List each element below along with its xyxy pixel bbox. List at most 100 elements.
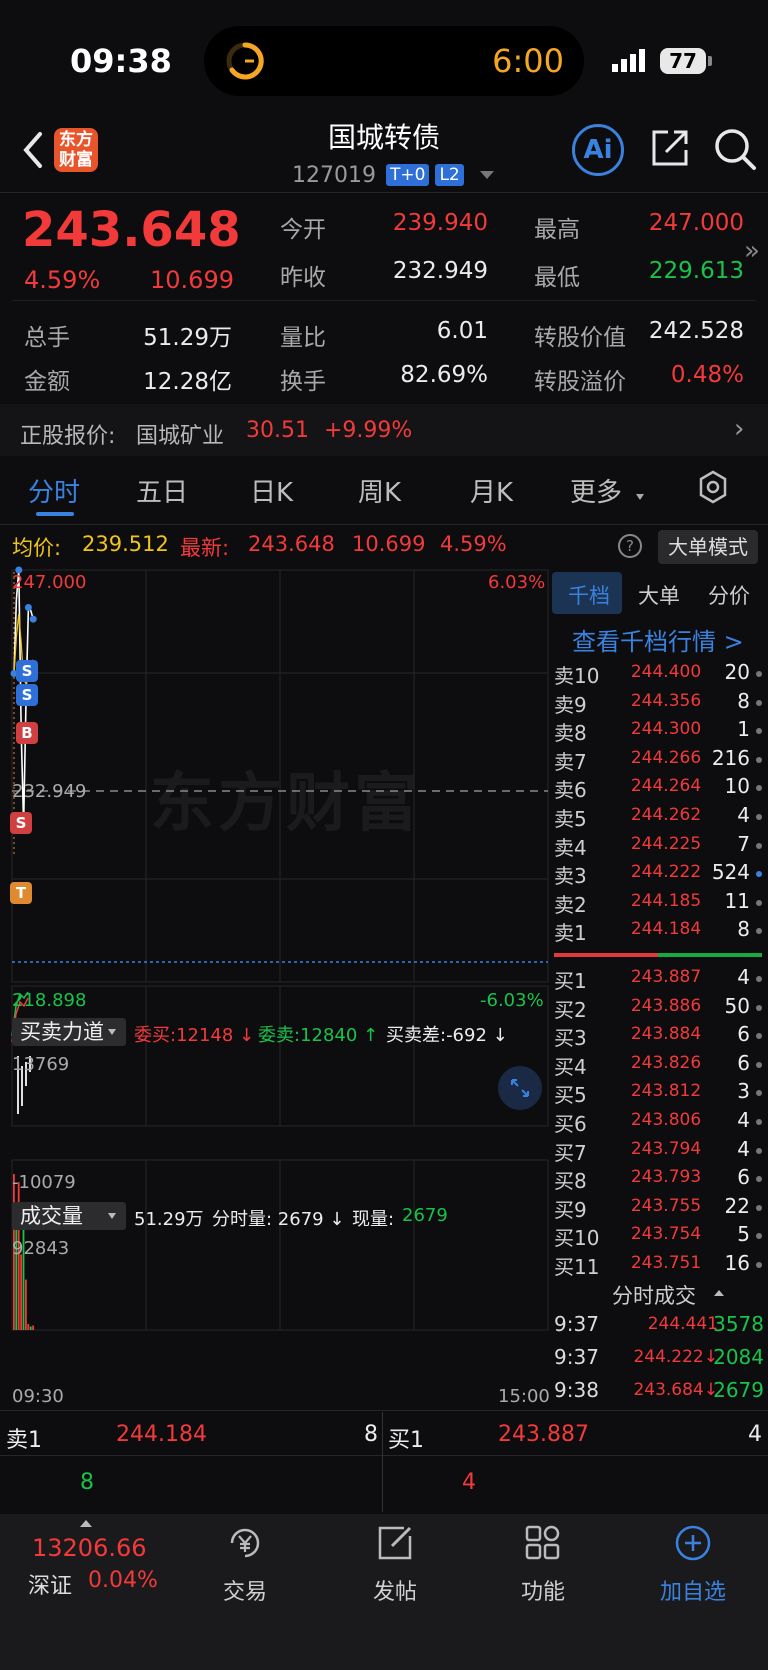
level-price: 243.754: [630, 1224, 702, 1245]
intraday-chart[interactable]: [0, 566, 552, 1396]
ask-level[interactable]: 卖2 244.185 11: [552, 889, 768, 917]
bid-level[interactable]: 买5 243.812 3: [552, 1079, 768, 1107]
level-label: 卖3: [554, 864, 587, 889]
underlying-stock-row[interactable]: 正股报价: 国城矿业 30.51 +9.99% ›: [0, 404, 768, 456]
security-code-row[interactable]: 127019 T+0 L2: [292, 160, 494, 190]
buy-marker[interactable]: B: [16, 722, 38, 744]
force-top-label: 13769: [12, 1054, 70, 1075]
ask-level[interactable]: 卖3 244.222 524: [552, 860, 768, 888]
divider: [0, 524, 768, 525]
nav-add-watchlist[interactable]: 加自选: [638, 1522, 748, 1606]
tick-qty: 2084: [713, 1345, 764, 1369]
level-qty: 8: [737, 917, 750, 942]
tab-monthly-k[interactable]: 月K: [470, 472, 513, 509]
ask-level[interactable]: 卖9 244.356 8: [552, 689, 768, 717]
level-price: 243.812: [630, 1081, 702, 1102]
expand-button[interactable]: [498, 1066, 542, 1110]
index-value[interactable]: 13206.66: [32, 1534, 147, 1562]
strip-bid-count: 4: [462, 1470, 476, 1495]
level-price: 244.266: [630, 747, 702, 768]
top-price-label: 247.000: [12, 572, 87, 593]
dynamic-island[interactable]: 6:00: [204, 26, 584, 96]
nav-functions[interactable]: 功能: [488, 1522, 598, 1606]
level-label: 买4: [554, 1054, 587, 1079]
level-qty: 11: [724, 888, 750, 913]
ask-level[interactable]: 卖1 244.184 8: [552, 917, 768, 945]
level-price: 243.884: [630, 1024, 702, 1045]
tab-intraday[interactable]: 分时: [28, 472, 80, 509]
help-icon[interactable]: ?: [618, 534, 642, 558]
level-label: 买1: [554, 969, 587, 993]
ask-level[interactable]: 卖10 244.400 20: [552, 660, 768, 688]
bid-level[interactable]: 买10 243.754 5: [552, 1222, 768, 1250]
expand-icon: [511, 1079, 529, 1097]
bottom-price-label: 218.898: [12, 990, 87, 1011]
underlying-price: 30.51: [246, 418, 309, 443]
ask-level[interactable]: 卖5 244.262 4: [552, 803, 768, 831]
level-label: 卖8: [554, 721, 587, 746]
security-code: 127019: [292, 162, 376, 188]
level-label: 买7: [554, 1140, 587, 1165]
high-value: 247.000: [648, 210, 744, 236]
conv-value-label: 转股价值: [534, 325, 626, 351]
volume-total: 51.29万: [134, 1209, 204, 1230]
view-levels-link[interactable]: 查看千档行情 >: [572, 622, 744, 657]
force-indicator-dropdown[interactable]: 买卖力道: [12, 1018, 126, 1046]
clock: 09:38: [70, 42, 172, 80]
sell-marker[interactable]: S: [16, 660, 38, 682]
sell-marker[interactable]: S: [16, 684, 38, 706]
tab-daily-k[interactable]: 日K: [250, 472, 293, 509]
bid-level[interactable]: 买3 243.884 6: [552, 1022, 768, 1050]
bid-level[interactable]: 买2 243.886 50: [552, 994, 768, 1022]
bid-level[interactable]: 买11 243.751 16: [552, 1251, 768, 1279]
big-order-mode-button[interactable]: 大单模式: [658, 530, 758, 564]
nav-post[interactable]: 发帖: [340, 1522, 450, 1606]
ask-level[interactable]: 卖7 244.266 216: [552, 746, 768, 774]
level-qty: 4: [737, 1136, 750, 1161]
index-pct[interactable]: 0.04%: [88, 1568, 158, 1593]
ai-button[interactable]: Ai: [572, 124, 624, 176]
level-dot: [756, 1262, 762, 1268]
nav-trade[interactable]: 交易: [190, 1522, 300, 1606]
force-bottom-label: -10079: [12, 1172, 76, 1193]
ask-level[interactable]: 卖8 244.300 1: [552, 717, 768, 745]
ask-level[interactable]: 卖6 244.264 10: [552, 774, 768, 802]
underlying-label: 正股报价:: [20, 424, 116, 449]
t-marker[interactable]: T: [10, 882, 32, 904]
tick-time: 9:37: [554, 1312, 599, 1336]
bid-level[interactable]: 买7 243.794 4: [552, 1137, 768, 1165]
ask-level[interactable]: 卖4 244.225 7: [552, 832, 768, 860]
tab-price-dist[interactable]: 分价: [708, 580, 750, 610]
level-label: 卖2: [554, 892, 587, 917]
sell-marker-red[interactable]: S: [10, 812, 32, 834]
volume-bar: [29, 1326, 32, 1330]
bid-level[interactable]: 买9 243.755 22: [552, 1194, 768, 1222]
tab-big-orders[interactable]: 大单: [638, 580, 680, 610]
level-label: 卖10: [554, 664, 600, 688]
trade-point: [24, 604, 32, 612]
bid-level[interactable]: 买6 243.806 4: [552, 1108, 768, 1136]
bid-level[interactable]: 买4 243.826 6: [552, 1051, 768, 1079]
tab-thousand-levels[interactable]: 千档: [568, 580, 610, 610]
ticks-title[interactable]: 分时成交: [612, 1280, 696, 1310]
level-dot: [756, 785, 762, 792]
bid-level[interactable]: 买8 243.793 6: [552, 1165, 768, 1193]
expand-quote-icon[interactable]: »: [744, 236, 760, 266]
index-name[interactable]: 深证: [28, 1568, 72, 1600]
force-bid: 委买:12148 ↓: [134, 1025, 255, 1046]
gear-icon[interactable]: [696, 470, 730, 504]
volume-indicator-dropdown[interactable]: 成交量: [12, 1202, 126, 1230]
bottom-pct-label: -6.03%: [480, 990, 544, 1011]
tick-qty: 3578: [713, 1312, 764, 1336]
tab-more[interactable]: 更多: [570, 472, 622, 509]
strip-bid-qty: 4: [748, 1422, 762, 1447]
best-quote-strip[interactable]: 卖1 244.184 8 买1 243.887 4 8 4: [0, 1412, 768, 1512]
divider: [0, 1410, 768, 1411]
tab-five-day[interactable]: 五日: [136, 472, 188, 509]
share-icon[interactable]: [648, 126, 692, 170]
tab-weekly-k[interactable]: 周K: [358, 472, 401, 509]
search-icon[interactable]: [712, 126, 758, 172]
level-qty: 5: [737, 1222, 750, 1247]
level-label: 卖5: [554, 807, 587, 831]
bid-level[interactable]: 买1 243.887 4: [552, 965, 768, 993]
